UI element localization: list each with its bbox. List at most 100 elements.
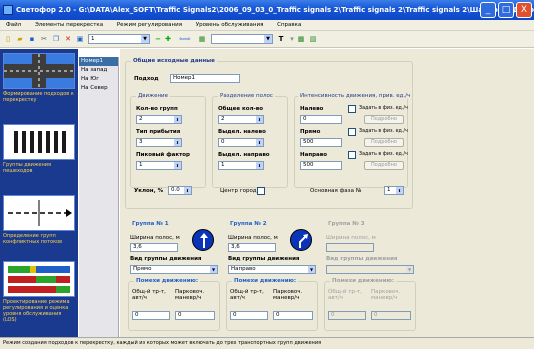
spin-icon[interactable]: ⬍: [256, 116, 263, 123]
copy-icon[interactable]: ❐: [51, 34, 61, 44]
menu-file[interactable]: Файл: [0, 20, 27, 28]
spin-icon[interactable]: ⬍: [174, 162, 181, 169]
right-intensity-input[interactable]: 500: [300, 161, 342, 170]
toolbar: ▯ ▰ ▪ ✂ ❐ ✕ ▣ 1 ▼ − ✚ ⇦⇨ ▦ ▼ T ▾ ▩ ▧: [0, 31, 534, 48]
plus-icon[interactable]: ✚: [163, 34, 173, 44]
delete-icon[interactable]: ✕: [63, 34, 73, 44]
table-icon[interactable]: ▧: [308, 34, 318, 44]
conflict-flows-icon: [3, 195, 75, 231]
arrival-type-spinner[interactable]: 3 ⬍: [136, 138, 182, 147]
group2-parking-input[interactable]: 0: [273, 311, 313, 320]
group2-title: Группа № 2: [228, 221, 269, 227]
lanes-count-spinner[interactable]: 2 ⬍: [136, 115, 182, 124]
group2-width-input[interactable]: 3,6: [228, 243, 276, 252]
menu-regulation-mode[interactable]: Режим регулирования: [111, 20, 188, 28]
list-item[interactable]: На запад: [79, 66, 118, 75]
straight-fact-checkbox[interactable]: [348, 128, 356, 136]
view-combo[interactable]: ▼: [211, 34, 273, 44]
left-details-button[interactable]: Подробно: [364, 115, 404, 124]
city-center-checkbox[interactable]: [257, 187, 265, 195]
group1-parking-label: Парковоч. маневр/ч: [175, 289, 205, 301]
straight-intensity-input[interactable]: 500: [300, 138, 342, 147]
list-item[interactable]: Номер1: [79, 57, 118, 66]
close-button[interactable]: X: [516, 2, 532, 18]
group2-hindrance-title: Помехи движению:: [232, 278, 299, 284]
sidebar-label: Формирование подходов к перекрестку: [3, 91, 74, 103]
group2-type-label: Вид группы движения: [228, 256, 300, 262]
spin-icon[interactable]: ⬍: [396, 187, 403, 194]
spin-icon[interactable]: ⬍: [256, 162, 263, 169]
slope-spinner[interactable]: 0.0 ⬍: [168, 186, 192, 195]
sidebar-item-approaches[interactable]: Формирование подходов к перекрестку: [3, 53, 75, 103]
right-details-button[interactable]: Подробно: [364, 161, 404, 170]
main-phase-label: Основная фаза №: [310, 188, 362, 194]
sidebar-item-pedestrians[interactable]: Группы движения пешеходов: [3, 124, 75, 174]
left-fact-checkbox[interactable]: [348, 105, 356, 113]
left-lanes-spinner[interactable]: 0 ⬍: [218, 138, 264, 147]
spin-icon[interactable]: ⬍: [256, 139, 263, 146]
scale-combo[interactable]: 1 ▼: [88, 34, 150, 44]
cut-icon[interactable]: ✂: [39, 34, 49, 44]
group3-trucks-input[interactable]: 0: [328, 311, 366, 320]
group3-hindrance-title: Помехи движению:: [330, 278, 397, 284]
app-icon: [3, 5, 13, 15]
new-icon[interactable]: ▯: [3, 34, 13, 44]
group2-type-select[interactable]: Направо ▼: [228, 265, 316, 274]
group3-type-select[interactable]: ▼: [326, 265, 414, 274]
group3-width-label: Ширина полос, м: [326, 235, 376, 241]
sidebar-item-conflicts[interactable]: Определение групп конфликтных потоков: [3, 195, 75, 245]
group1-width-input[interactable]: 3,6: [130, 243, 178, 252]
maximize-button[interactable]: □: [498, 2, 514, 18]
menu-service-level[interactable]: Уровень обслуживания: [190, 20, 270, 28]
open-icon[interactable]: ▰: [15, 34, 25, 44]
sidebar-label: Группы движения пешеходов: [3, 162, 52, 174]
minus-icon[interactable]: −: [153, 34, 163, 44]
group3-title: Группа № 3: [326, 221, 367, 227]
group1-trucks-input[interactable]: 0: [132, 311, 170, 320]
sidebar-item-regulation[interactable]: Проектирование режима регулирования и оц…: [3, 261, 75, 323]
left-intensity-label: Налево: [300, 106, 324, 112]
save-disk-icon[interactable]: ▣: [75, 34, 85, 44]
group3-parking-input[interactable]: 0: [371, 311, 411, 320]
spin-icon[interactable]: ⬍: [184, 187, 191, 194]
right-lanes-spinner[interactable]: 1 ⬍: [218, 161, 264, 170]
group1-type-select[interactable]: Прямо ▼: [130, 265, 218, 274]
chevron-down-icon[interactable]: ▼: [406, 266, 413, 273]
movement-title: Движение: [136, 93, 171, 99]
group2-width-label: Ширина полос, м: [228, 235, 278, 241]
total-lanes-label: Общее кол-во: [218, 106, 264, 112]
chevron-down-icon[interactable]: ▼: [308, 266, 315, 273]
total-lanes-spinner[interactable]: 2 ⬍: [218, 115, 264, 124]
approach-input[interactable]: Номер1: [170, 74, 240, 83]
group2-trucks-input[interactable]: 0: [230, 311, 268, 320]
list-item[interactable]: На Юг: [79, 75, 118, 84]
spin-icon[interactable]: ⬍: [174, 116, 181, 123]
left-lanes-label: Выдел. налево: [218, 129, 266, 135]
list-item[interactable]: На Север: [79, 84, 118, 93]
timing-diagram-icon: [3, 261, 75, 297]
grid-icon[interactable]: ▦: [197, 34, 207, 44]
status-bar: Режим создания подходов к перекрестку, к…: [0, 337, 534, 349]
right-fact-checkbox[interactable]: [348, 151, 356, 159]
left-intensity-input[interactable]: 0: [300, 115, 342, 124]
main-phase-spinner[interactable]: 1 ⬍: [384, 186, 404, 195]
straight-details-button[interactable]: Подробно: [364, 138, 404, 147]
minimize-button[interactable]: _: [480, 2, 496, 18]
chevron-down-icon[interactable]: ▼: [210, 266, 217, 273]
sidebar-label: Проектирование режима регулирования и оц…: [3, 299, 70, 323]
group3-width-input[interactable]: [326, 243, 374, 252]
intersection-icon: [3, 53, 75, 89]
crosswalk-icon: [3, 124, 75, 160]
group1-parking-input[interactable]: 0: [175, 311, 215, 320]
peak-factor-spinner[interactable]: 1 ⬍: [136, 161, 182, 170]
spin-icon[interactable]: ⬍: [174, 139, 181, 146]
text-tool-icon[interactable]: T: [276, 34, 286, 44]
menu-help[interactable]: Справка: [271, 20, 307, 28]
menu-elements[interactable]: Элементы перекрестка: [29, 20, 109, 28]
save-icon[interactable]: ▪: [27, 34, 37, 44]
image-icon[interactable]: ▩: [296, 34, 306, 44]
intensity-title: Интенсивность движения, прив. ед./ч: [298, 93, 413, 99]
arrows-icon[interactable]: ⇦⇨: [176, 34, 194, 44]
arrival-type-label: Тип прибытия: [136, 129, 181, 135]
right-lanes-label: Выдел. направо: [218, 152, 270, 158]
